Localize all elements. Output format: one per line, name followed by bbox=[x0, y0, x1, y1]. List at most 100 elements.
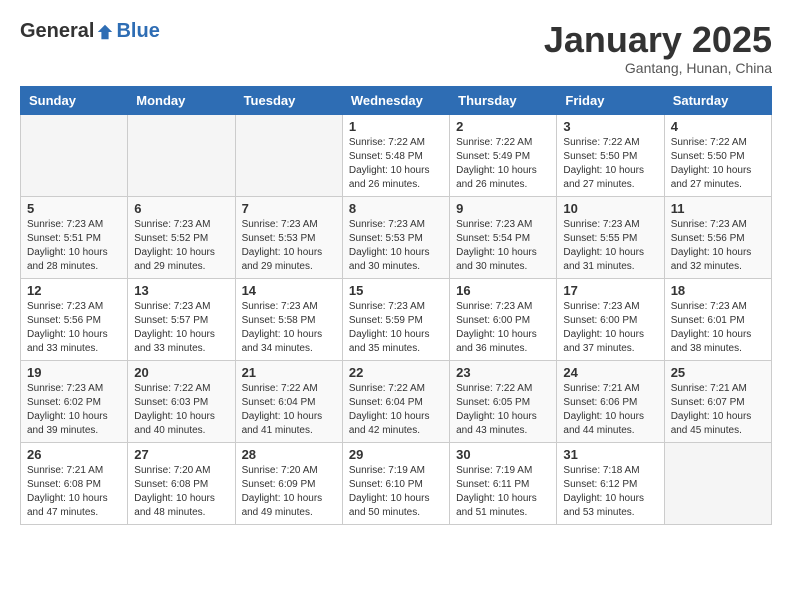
calendar-cell: 19 Sunrise: 7:23 AM Sunset: 6:02 PM Dayli… bbox=[21, 360, 128, 442]
day-number: 14 bbox=[242, 283, 336, 298]
day-number: 9 bbox=[456, 201, 550, 216]
calendar-cell: 26 Sunrise: 7:21 AM Sunset: 6:08 PM Dayli… bbox=[21, 442, 128, 524]
calendar-cell bbox=[664, 442, 771, 524]
day-number: 24 bbox=[563, 365, 657, 380]
weekday-header-wednesday: Wednesday bbox=[342, 86, 449, 114]
weekday-header-saturday: Saturday bbox=[664, 86, 771, 114]
calendar-cell: 27 Sunrise: 7:20 AM Sunset: 6:08 PM Dayli… bbox=[128, 442, 235, 524]
day-info: Sunrise: 7:22 AM Sunset: 6:05 PM Dayligh… bbox=[456, 382, 550, 438]
calendar-cell: 5 Sunrise: 7:23 AM Sunset: 5:51 PM Daylig… bbox=[21, 196, 128, 278]
day-number: 28 bbox=[242, 447, 336, 462]
day-number: 26 bbox=[27, 447, 121, 462]
calendar-cell bbox=[235, 114, 342, 196]
day-number: 8 bbox=[349, 201, 443, 216]
day-number: 29 bbox=[349, 447, 443, 462]
day-info: Sunrise: 7:23 AM Sunset: 5:54 PM Dayligh… bbox=[456, 218, 550, 274]
day-number: 18 bbox=[671, 283, 765, 298]
day-number: 11 bbox=[671, 201, 765, 216]
day-number: 16 bbox=[456, 283, 550, 298]
logo-icon bbox=[96, 23, 114, 41]
calendar-cell: 31 Sunrise: 7:18 AM Sunset: 6:12 PM Dayli… bbox=[557, 442, 664, 524]
logo-general: General bbox=[20, 20, 94, 43]
calendar-cell bbox=[21, 114, 128, 196]
calendar-cell: 13 Sunrise: 7:23 AM Sunset: 5:57 PM Dayli… bbox=[128, 278, 235, 360]
day-info: Sunrise: 7:23 AM Sunset: 5:56 PM Dayligh… bbox=[671, 218, 765, 274]
day-number: 25 bbox=[671, 365, 765, 380]
day-number: 30 bbox=[456, 447, 550, 462]
day-info: Sunrise: 7:23 AM Sunset: 6:00 PM Dayligh… bbox=[563, 300, 657, 356]
calendar-cell: 12Sunrise: 7:23 AM Sunset: 5:56 PM Dayli… bbox=[21, 278, 128, 360]
day-info: Sunrise: 7:22 AM Sunset: 5:50 PM Dayligh… bbox=[563, 136, 657, 192]
day-info: Sunrise: 7:23 AM Sunset: 5:55 PM Dayligh… bbox=[563, 218, 657, 274]
day-info: Sunrise: 7:19 AM Sunset: 6:11 PM Dayligh… bbox=[456, 464, 550, 520]
day-info: Sunrise: 7:23 AM Sunset: 5:59 PM Dayligh… bbox=[349, 300, 443, 356]
day-info: Sunrise: 7:22 AM Sunset: 5:48 PM Dayligh… bbox=[349, 136, 443, 192]
day-info: Sunrise: 7:22 AM Sunset: 6:04 PM Dayligh… bbox=[242, 382, 336, 438]
calendar-cell: 14 Sunrise: 7:23 AM Sunset: 5:58 PM Dayli… bbox=[235, 278, 342, 360]
day-number: 4 bbox=[671, 119, 765, 134]
calendar-cell: 7Sunrise: 7:23 AM Sunset: 5:53 PM Daylig… bbox=[235, 196, 342, 278]
week-row-5: 26 Sunrise: 7:21 AM Sunset: 6:08 PM Dayli… bbox=[21, 442, 772, 524]
day-info: Sunrise: 7:21 AM Sunset: 6:07 PM Dayligh… bbox=[671, 382, 765, 438]
calendar-cell: 2Sunrise: 7:22 AM Sunset: 5:49 PM Daylig… bbox=[450, 114, 557, 196]
week-row-4: 19 Sunrise: 7:23 AM Sunset: 6:02 PM Dayli… bbox=[21, 360, 772, 442]
day-info: Sunrise: 7:20 AM Sunset: 6:09 PM Dayligh… bbox=[242, 464, 336, 520]
day-number: 20 bbox=[134, 365, 228, 380]
weekday-header-thursday: Thursday bbox=[450, 86, 557, 114]
day-info: Sunrise: 7:23 AM Sunset: 6:02 PM Dayligh… bbox=[27, 382, 121, 438]
day-number: 27 bbox=[134, 447, 228, 462]
day-info: Sunrise: 7:23 AM Sunset: 5:57 PM Dayligh… bbox=[134, 300, 228, 356]
day-number: 21 bbox=[242, 365, 336, 380]
day-info: Sunrise: 7:23 AM Sunset: 6:01 PM Dayligh… bbox=[671, 300, 765, 356]
calendar-cell: 22Sunrise: 7:22 AM Sunset: 6:04 PM Dayli… bbox=[342, 360, 449, 442]
day-number: 17 bbox=[563, 283, 657, 298]
week-row-3: 12Sunrise: 7:23 AM Sunset: 5:56 PM Dayli… bbox=[21, 278, 772, 360]
week-row-1: 1 Sunrise: 7:22 AM Sunset: 5:48 PM Daylig… bbox=[21, 114, 772, 196]
calendar-cell bbox=[128, 114, 235, 196]
day-info: Sunrise: 7:22 AM Sunset: 6:03 PM Dayligh… bbox=[134, 382, 228, 438]
day-info: Sunrise: 7:23 AM Sunset: 5:53 PM Dayligh… bbox=[349, 218, 443, 274]
day-info: Sunrise: 7:20 AM Sunset: 6:08 PM Dayligh… bbox=[134, 464, 228, 520]
day-number: 6 bbox=[134, 201, 228, 216]
day-number: 15 bbox=[349, 283, 443, 298]
calendar-cell: 20 Sunrise: 7:22 AM Sunset: 6:03 PM Dayli… bbox=[128, 360, 235, 442]
day-info: Sunrise: 7:23 AM Sunset: 5:52 PM Dayligh… bbox=[134, 218, 228, 274]
day-number: 22 bbox=[349, 365, 443, 380]
calendar-cell: 29Sunrise: 7:19 AM Sunset: 6:10 PM Dayli… bbox=[342, 442, 449, 524]
day-info: Sunrise: 7:22 AM Sunset: 5:50 PM Dayligh… bbox=[671, 136, 765, 192]
calendar-cell: 9 Sunrise: 7:23 AM Sunset: 5:54 PM Daylig… bbox=[450, 196, 557, 278]
calendar-cell: 23 Sunrise: 7:22 AM Sunset: 6:05 PM Dayli… bbox=[450, 360, 557, 442]
day-info: Sunrise: 7:23 AM Sunset: 6:00 PM Dayligh… bbox=[456, 300, 550, 356]
calendar-cell: 8 Sunrise: 7:23 AM Sunset: 5:53 PM Daylig… bbox=[342, 196, 449, 278]
calendar-cell: 1 Sunrise: 7:22 AM Sunset: 5:48 PM Daylig… bbox=[342, 114, 449, 196]
day-number: 7 bbox=[242, 201, 336, 216]
day-number: 12 bbox=[27, 283, 121, 298]
weekday-header-friday: Friday bbox=[557, 86, 664, 114]
weekday-header-sunday: Sunday bbox=[21, 86, 128, 114]
calendar-cell: 6 Sunrise: 7:23 AM Sunset: 5:52 PM Daylig… bbox=[128, 196, 235, 278]
calendar-cell: 18 Sunrise: 7:23 AM Sunset: 6:01 PM Dayli… bbox=[664, 278, 771, 360]
day-info: Sunrise: 7:23 AM Sunset: 5:51 PM Dayligh… bbox=[27, 218, 121, 274]
month-year: January 2025 bbox=[544, 20, 772, 60]
day-number: 13 bbox=[134, 283, 228, 298]
calendar-cell: 4 Sunrise: 7:22 AM Sunset: 5:50 PM Daylig… bbox=[664, 114, 771, 196]
calendar-cell: 24 Sunrise: 7:21 AM Sunset: 6:06 PM Dayli… bbox=[557, 360, 664, 442]
day-info: Sunrise: 7:23 AM Sunset: 5:58 PM Dayligh… bbox=[242, 300, 336, 356]
weekday-header-row: SundayMondayTuesdayWednesdayThursdayFrid… bbox=[21, 86, 772, 114]
day-number: 3 bbox=[563, 119, 657, 134]
day-info: Sunrise: 7:18 AM Sunset: 6:12 PM Dayligh… bbox=[563, 464, 657, 520]
day-number: 5 bbox=[27, 201, 121, 216]
day-info: Sunrise: 7:21 AM Sunset: 6:06 PM Dayligh… bbox=[563, 382, 657, 438]
day-number: 19 bbox=[27, 365, 121, 380]
day-number: 31 bbox=[563, 447, 657, 462]
calendar-cell: 28 Sunrise: 7:20 AM Sunset: 6:09 PM Dayli… bbox=[235, 442, 342, 524]
calendar-cell: 17 Sunrise: 7:23 AM Sunset: 6:00 PM Dayli… bbox=[557, 278, 664, 360]
week-row-2: 5 Sunrise: 7:23 AM Sunset: 5:51 PM Daylig… bbox=[21, 196, 772, 278]
weekday-header-monday: Monday bbox=[128, 86, 235, 114]
calendar-cell: 16 Sunrise: 7:23 AM Sunset: 6:00 PM Dayli… bbox=[450, 278, 557, 360]
day-number: 1 bbox=[349, 119, 443, 134]
day-number: 23 bbox=[456, 365, 550, 380]
page-header: General Blue January 2025 Gantang, Hunan… bbox=[20, 20, 772, 76]
day-info: Sunrise: 7:21 AM Sunset: 6:08 PM Dayligh… bbox=[27, 464, 121, 520]
weekday-header-tuesday: Tuesday bbox=[235, 86, 342, 114]
